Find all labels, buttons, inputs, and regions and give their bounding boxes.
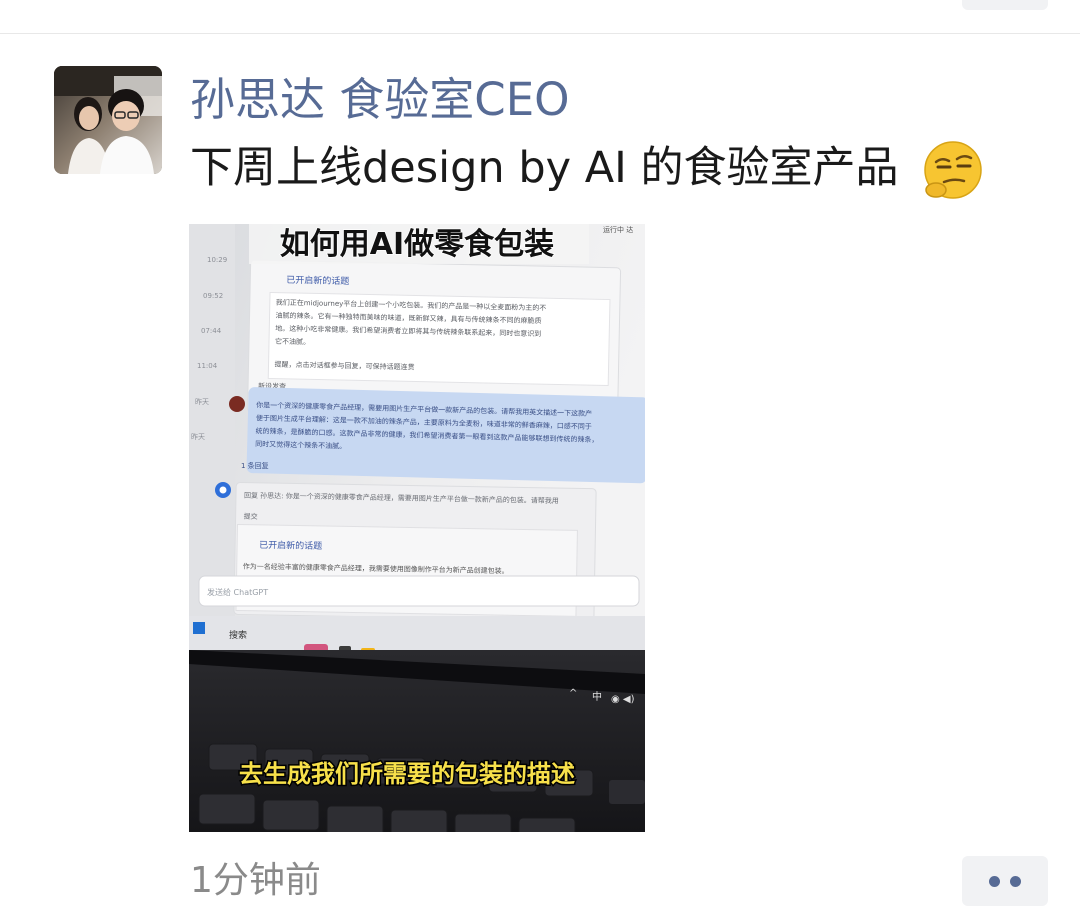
more-dots-icon: [1010, 875, 1021, 887]
chat-time-3: 07:44: [201, 327, 222, 335]
more-dots-icon: [989, 875, 1000, 887]
previous-post-more-button[interactable]: [962, 0, 1048, 10]
post-timestamp: 1分钟前: [190, 860, 321, 901]
taskbar-search[interactable]: 搜索: [229, 629, 247, 641]
chat-input-placeholder[interactable]: 发送给 ChatGPT: [207, 587, 268, 597]
caption-bottom: 去生成我们所需要的包装的描述: [239, 760, 575, 788]
reply-count[interactable]: 1 条回复: [241, 461, 269, 470]
avatar[interactable]: [54, 66, 162, 174]
chat-time-2: 09:52: [203, 292, 223, 300]
card1-line-4: 它不油腻。: [275, 337, 310, 347]
caption-top: 如何用AI做零食包装: [280, 227, 554, 262]
avatar-image: [54, 66, 162, 174]
post-text: 下周上线design by AI 的食验室产品: [190, 143, 899, 193]
chat-time-4: 11:04: [197, 362, 218, 370]
chat-time-6: 昨天: [191, 432, 205, 441]
top-right-status: 运行中 达: [603, 225, 633, 234]
card2-topic-label: 已开启新的话题: [259, 539, 322, 552]
laptop-screen-photo: 10:29 09:52 07:44 11:04 昨天 昨天 运行中 达 已开启新…: [189, 224, 645, 832]
post-image[interactable]: 10:29 09:52 07:44 11:04 昨天 昨天 运行中 达 已开启新…: [189, 224, 645, 832]
chat-time-5: 昨天: [195, 397, 209, 406]
card2-label: 提交: [244, 512, 258, 521]
svg-text:◉ ◀): ◉ ◀): [611, 694, 635, 705]
smirk-thinking-emoji-icon: [924, 141, 982, 199]
author-name[interactable]: 孙思达 食验室CEO: [190, 72, 570, 128]
svg-text:^: ^: [569, 688, 577, 699]
post-divider: [0, 33, 1080, 34]
more-actions-button[interactable]: [962, 856, 1048, 906]
tray-ime: 中: [592, 690, 602, 703]
chat-time-1: 10:29: [207, 256, 227, 264]
